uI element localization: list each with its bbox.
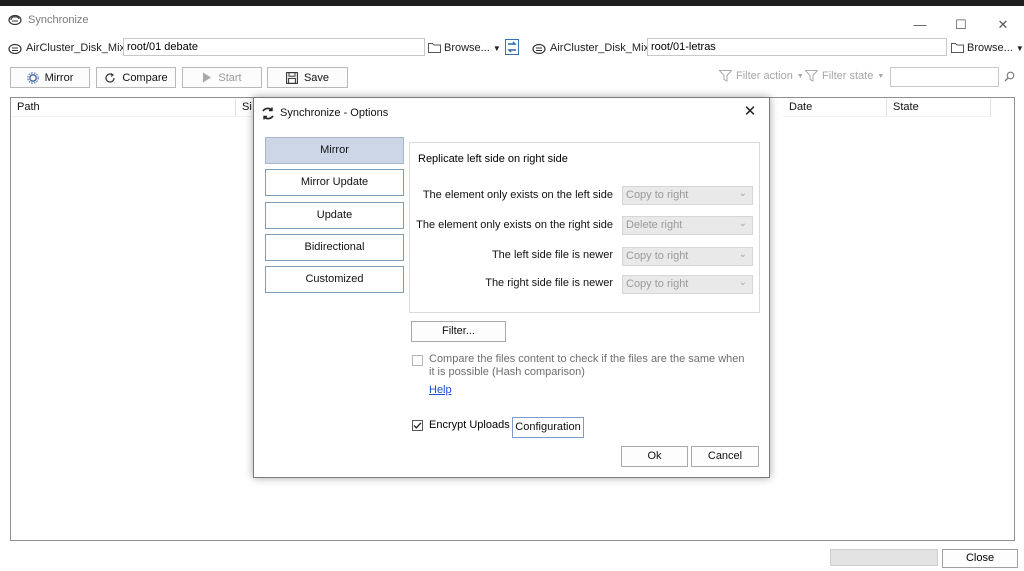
rule-label: The right side file is newer	[485, 277, 613, 289]
mode-button-mirror-update[interactable]: Mirror Update	[265, 169, 404, 196]
title-bar: Synchronize — ☐ ✕	[0, 6, 1024, 34]
mirror-label: Mirror	[44, 71, 74, 84]
compare-button[interactable]: Compare	[96, 67, 176, 88]
hash-compare-label: Compare the files content to check if th…	[429, 353, 745, 378]
start-button[interactable]: Start	[182, 67, 262, 88]
column-header-path[interactable]: Path	[11, 98, 236, 117]
swap-sides-button[interactable]	[505, 39, 519, 55]
chevron-down-icon: ▼	[796, 72, 804, 80]
play-icon	[203, 72, 212, 83]
rule-select-value: Delete right	[626, 219, 683, 231]
save-button[interactable]: Save	[267, 67, 348, 88]
rule-select[interactable]: Copy to right ⌄	[622, 186, 753, 205]
left-cloud-icon	[8, 43, 22, 54]
close-window-button[interactable]: ✕	[988, 12, 1018, 38]
rule-label: The element only exists on the right sid…	[416, 219, 613, 231]
right-browse-button[interactable]: Browse... ▼	[967, 42, 1024, 54]
column-header-state[interactable]: State	[887, 98, 991, 117]
filter-action-label: Filter action	[736, 70, 793, 82]
dialog-title: Synchronize - Options	[280, 107, 389, 119]
filter-icon	[719, 70, 732, 82]
start-label: Start	[218, 71, 242, 84]
floppy-icon	[286, 71, 298, 84]
rule-select-value: Copy to right	[626, 189, 689, 201]
close-icon: ✕	[743, 103, 757, 120]
chevron-down-icon: ▼	[1015, 44, 1024, 53]
right-service-name: AirCluster_Disk_Mix	[550, 42, 650, 54]
close-button[interactable]: Close	[942, 549, 1018, 568]
encrypt-uploads-label: Encrypt Uploads	[429, 419, 510, 431]
filter-icon	[805, 70, 818, 82]
right-path-input[interactable]: root/01-letras	[647, 38, 947, 56]
hash-compare-checkbox[interactable]	[412, 355, 423, 366]
mode-button-mirror[interactable]: Mirror	[265, 137, 404, 164]
chevron-down-icon: ⌄	[738, 249, 747, 260]
mode-button-update[interactable]: Update	[265, 202, 404, 229]
chevron-down-icon: ⌄	[738, 218, 747, 229]
filter-state-label: Filter state	[822, 70, 874, 82]
rules-panel: Replicate left side on right side The el…	[409, 142, 760, 313]
dialog-close-button[interactable]: ✕	[739, 102, 761, 122]
help-link[interactable]: Help	[429, 384, 452, 396]
panel-title: Replicate left side on right side	[418, 153, 568, 165]
filter-button[interactable]: Filter...	[411, 321, 506, 342]
rule-select[interactable]: Copy to right ⌄	[622, 247, 753, 266]
maximize-button[interactable]: ☐	[946, 12, 976, 38]
chevron-down-icon: ▼	[877, 72, 885, 80]
search-icon[interactable]	[1004, 71, 1015, 82]
cancel-button[interactable]: Cancel	[691, 446, 759, 467]
mode-button-bidirectional[interactable]: Bidirectional	[265, 234, 404, 261]
chevron-down-icon: ⌄	[738, 277, 747, 288]
progress-bar	[830, 549, 938, 566]
search-input[interactable]	[890, 67, 999, 87]
right-cloud-icon	[532, 43, 546, 54]
rule-select[interactable]: Delete right ⌄	[622, 216, 753, 235]
rule-label: The left side file is newer	[491, 249, 613, 261]
left-browse-button[interactable]: Browse... ▼	[444, 42, 501, 54]
chevron-down-icon: ▼	[492, 44, 501, 53]
left-service-name: AirCluster_Disk_Mix	[26, 42, 126, 54]
encrypt-uploads-checkbox[interactable]	[412, 420, 423, 431]
left-browse-label: Browse...	[444, 42, 490, 54]
checkmark-icon	[413, 422, 422, 429]
options-dialog: Synchronize - Options ✕ Mirror Mirror Up…	[253, 97, 770, 478]
left-path-input[interactable]: root/01 debate	[123, 38, 425, 56]
right-folder-icon	[951, 43, 964, 53]
app-cloud-icon	[8, 14, 22, 25]
filter-state-dropdown[interactable]: Filter state ▼	[805, 70, 884, 82]
minimize-button[interactable]: —	[905, 12, 935, 38]
left-folder-icon	[428, 43, 441, 53]
rule-select-value: Copy to right	[626, 250, 689, 262]
rule-label: The element only exists on the left side	[422, 189, 613, 201]
column-header-date[interactable]: Date	[783, 98, 887, 117]
configuration-button[interactable]: Configuration	[512, 417, 584, 438]
filter-action-dropdown[interactable]: Filter action ▼	[719, 70, 804, 82]
mirror-button[interactable]: Mirror	[10, 67, 90, 88]
window-title: Synchronize	[28, 14, 89, 26]
right-browse-label: Browse...	[967, 42, 1013, 54]
ok-button[interactable]: Ok	[621, 446, 688, 467]
sync-icon	[262, 107, 274, 120]
compare-label: Compare	[122, 71, 168, 84]
mode-button-customized[interactable]: Customized	[265, 266, 404, 293]
gear-icon	[26, 71, 39, 84]
refresh-icon	[105, 72, 115, 83]
swap-icon	[507, 41, 517, 53]
save-label: Save	[303, 71, 330, 84]
rule-select[interactable]: Copy to right ⌄	[622, 275, 753, 294]
rule-select-value: Copy to right	[626, 278, 689, 290]
chevron-down-icon: ⌄	[738, 188, 747, 199]
